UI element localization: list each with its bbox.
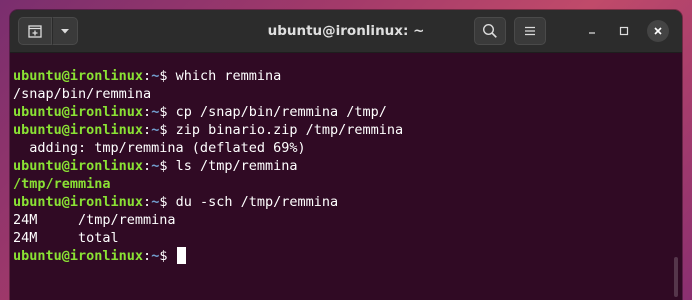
- command-text: zip binario.zip /tmp/remmina: [175, 122, 404, 138]
- prompt-user: ubuntu@ironlinux: [13, 194, 144, 210]
- output-line: adding: tmp/remmina (deflated 69%): [13, 139, 682, 157]
- prompt-line: ubuntu@ironlinux:~$: [13, 247, 682, 265]
- prompt-line: ubuntu@ironlinux:~$ which remmina: [13, 67, 682, 85]
- title-bar[interactable]: ubuntu@ironlinux: ~: [10, 10, 682, 53]
- hamburger-menu-icon: [525, 26, 535, 36]
- text-cursor: [176, 247, 186, 264]
- prompt-line: ubuntu@ironlinux:~$ du -sch /tmp/remmina: [13, 193, 682, 211]
- output-text: 24M /tmp/remmina: [13, 212, 176, 228]
- command-text: du -sch /tmp/remmina: [175, 194, 339, 210]
- prompt-symbol: $: [159, 248, 176, 264]
- search-button[interactable]: [474, 17, 506, 45]
- output-line: /tmp/remmina: [13, 175, 682, 193]
- prompt-user: ubuntu@ironlinux: [13, 68, 144, 84]
- prompt-separator: :: [143, 122, 152, 138]
- prompt-symbol: $: [159, 122, 176, 138]
- prompt-symbol: $: [159, 194, 176, 210]
- prompt-separator: :: [143, 194, 152, 210]
- prompt-user: ubuntu@ironlinux: [13, 104, 144, 120]
- prompt-separator: :: [143, 248, 152, 264]
- command-text: cp /snap/bin/remmina /tmp/: [175, 104, 387, 120]
- output-text: /snap/bin/remmina: [13, 86, 152, 102]
- prompt-symbol: $: [159, 158, 176, 174]
- close-button[interactable]: [647, 20, 669, 42]
- search-icon: [482, 23, 497, 38]
- prompt-line: ubuntu@ironlinux:~$ ls /tmp/remmina: [13, 157, 682, 175]
- prompt-line: ubuntu@ironlinux:~$ zip binario.zip /tmp…: [13, 121, 682, 139]
- maximize-icon: [619, 26, 629, 36]
- prompt-separator: :: [143, 68, 152, 84]
- command-text: ls /tmp/remmina: [175, 158, 298, 174]
- scrollbar[interactable]: [674, 257, 678, 297]
- prompt-line: ubuntu@ironlinux:~$ cp /snap/bin/remmina…: [13, 103, 682, 121]
- menu-button[interactable]: [514, 17, 546, 45]
- prompt-user: ubuntu@ironlinux: [13, 248, 144, 264]
- output-line: 24M /tmp/remmina: [13, 211, 682, 229]
- close-icon: [654, 27, 662, 35]
- prompt-separator: :: [143, 158, 152, 174]
- prompt-symbol: $: [159, 104, 176, 120]
- terminal-window: ubuntu@ironlinux: ~ ubuntu@ironlinux:~$ …: [10, 10, 682, 300]
- command-text: which remmina: [175, 68, 282, 84]
- output-text: /tmp/remmina: [13, 176, 111, 192]
- output-line: /snap/bin/remmina: [13, 85, 682, 103]
- output-line: 24M total: [13, 229, 682, 247]
- prompt-user: ubuntu@ironlinux: [13, 158, 144, 174]
- prompt-separator: :: [143, 104, 152, 120]
- terminal-output[interactable]: ubuntu@ironlinux:~$ which remmina/snap/b…: [10, 53, 682, 300]
- prompt-symbol: $: [159, 68, 176, 84]
- minimize-icon: [589, 32, 595, 34]
- minimize-button[interactable]: [581, 20, 603, 42]
- prompt-user: ubuntu@ironlinux: [13, 122, 144, 138]
- output-text: 24M total: [13, 230, 119, 246]
- maximize-button[interactable]: [613, 20, 635, 42]
- output-text: adding: tmp/remmina (deflated 69%): [13, 140, 306, 156]
